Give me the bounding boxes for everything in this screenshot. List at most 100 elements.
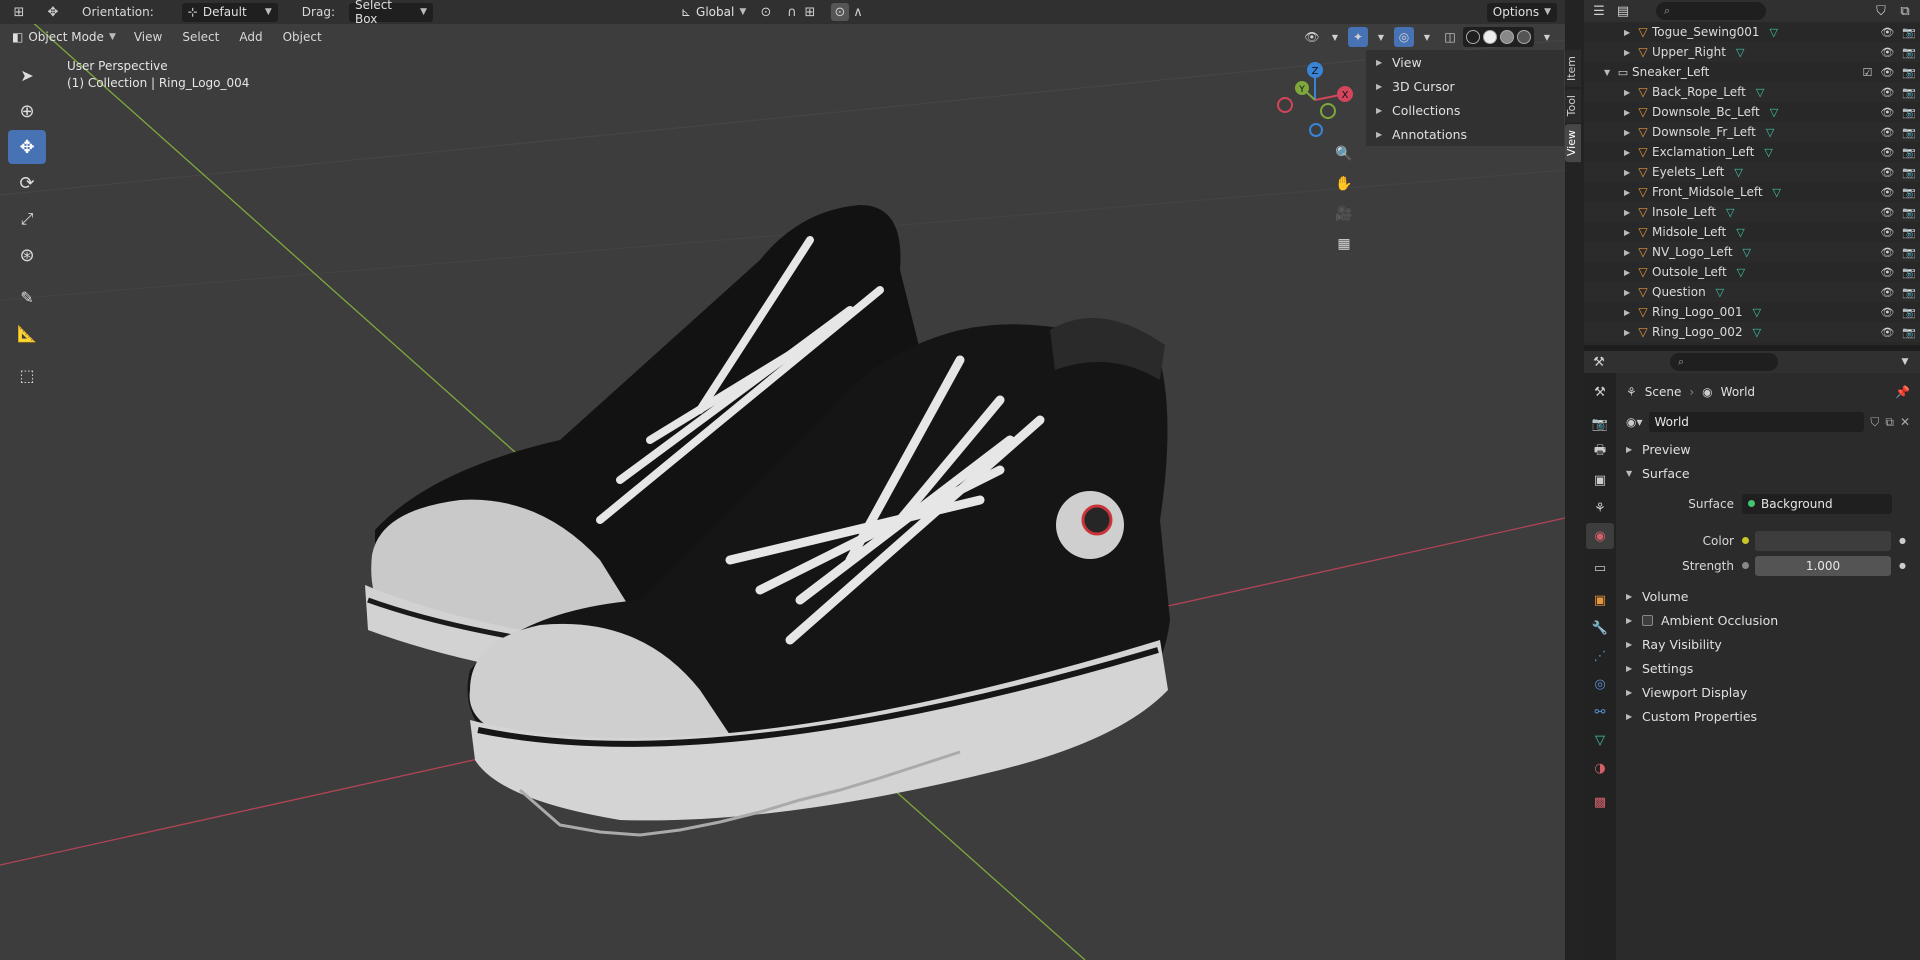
strength-field[interactable]: 1.000 [1755, 555, 1891, 576]
outliner-row[interactable]: ▼ ▭ Sneaker_Left ☑ 👁 📷 [1584, 62, 1920, 82]
visibility-eye-icon[interactable]: 👁 [1880, 246, 1894, 259]
scale-tool[interactable]: ⤢ [8, 202, 46, 236]
panel-viewport-display[interactable]: ▶ Viewport Display [1616, 680, 1920, 704]
outliner-row[interactable]: ▶ ▽ NV_Logo_Left ▽ 👁 📷 [1584, 242, 1920, 262]
transform-space-dropdown[interactable]: ⊾ Global ▼ [675, 3, 749, 22]
npanel-section-annotations[interactable]: ▶ Annotations [1366, 122, 1564, 146]
visibility-eye-icon[interactable]: 👁 [1880, 146, 1894, 159]
output-tab-icon[interactable]: 🖶 [1586, 439, 1614, 465]
visibility-eye-icon[interactable]: 👁 [1880, 326, 1894, 339]
solid-shading-icon[interactable] [1483, 30, 1497, 44]
visibility-eye-icon[interactable]: 👁 [1880, 206, 1894, 219]
panel-ray-visibility[interactable]: ▶ Ray Visibility [1616, 632, 1920, 656]
camera-view-icon[interactable]: 🎥 [1330, 200, 1358, 228]
render-camera-icon[interactable]: 📷 [1902, 306, 1916, 319]
panel-custom-properties[interactable]: ▶ Custom Properties [1616, 704, 1920, 728]
outliner-row[interactable]: ▶ ▽ Question ▽ 👁 📷 [1584, 282, 1920, 302]
transform-tool[interactable]: ⊛ [8, 238, 46, 272]
mesh-data-icon[interactable]: ▽ [1726, 206, 1734, 219]
expand-triangle-icon[interactable]: ▶ [1624, 228, 1634, 237]
menu-view[interactable]: View [126, 27, 170, 47]
visibility-eye-icon[interactable]: 👁 [1880, 266, 1894, 279]
expand-triangle-icon[interactable]: ▶ [1624, 48, 1634, 57]
rendered-shading-icon[interactable] [1517, 30, 1531, 44]
modifiers-tab-icon[interactable]: 🔧 [1586, 615, 1614, 641]
render-tab-icon[interactable]: 📷 [1586, 411, 1614, 437]
render-camera-icon[interactable]: 📷 [1902, 146, 1916, 159]
expand-triangle-icon[interactable]: ▶ [1624, 288, 1634, 297]
proportional-edit-icon[interactable]: ⊙ [830, 3, 849, 21]
outliner-search-input[interactable]: ⌕ [1656, 2, 1766, 20]
mesh-data-icon[interactable]: ▽ [1737, 266, 1745, 279]
outliner-row[interactable]: ▶ ▽ Outsole_Left ▽ 👁 📷 [1584, 262, 1920, 282]
outliner-row[interactable]: ▶ ▽ Eyelets_Left ▽ 👁 📷 [1584, 162, 1920, 182]
outliner-row[interactable]: ▶ ▽ Back_Rope_Left ▽ 👁 📷 [1584, 82, 1920, 102]
mesh-data-icon[interactable]: ▽ [1766, 126, 1774, 139]
overlays-toggle-icon[interactable]: ◎ [1394, 27, 1414, 47]
mesh-data-icon[interactable]: ▽ [1753, 306, 1761, 319]
particles-tab-icon[interactable]: ⋰ [1586, 643, 1614, 669]
outliner-row[interactable]: ▶ ▽ Midsole_Left ▽ 👁 📷 [1584, 222, 1920, 242]
texture-tab-icon[interactable]: ▩ [1586, 789, 1614, 815]
mesh-data-icon[interactable]: ▽ [1770, 26, 1778, 39]
visibility-eye-icon[interactable]: 👁 [1880, 46, 1894, 59]
mesh-data-icon[interactable]: ▽ [1743, 246, 1751, 259]
constraints-tab-icon[interactable]: ⚯ [1586, 699, 1614, 725]
select-box-tool[interactable]: ➤ [8, 58, 46, 92]
tool-tab-icon[interactable]: ⚒ [1586, 379, 1614, 405]
chevron-down-icon[interactable]: ▼ [1371, 27, 1391, 47]
mesh-data-icon[interactable]: ▽ [1773, 186, 1781, 199]
expand-triangle-icon[interactable]: ▶ [1624, 108, 1634, 117]
render-camera-icon[interactable]: 📷 [1902, 266, 1916, 279]
collection-tab-icon[interactable]: ▭ [1586, 555, 1614, 581]
properties-editor-icon[interactable]: ⚒ [1590, 353, 1608, 371]
mesh-data-icon[interactable]: ▽ [1756, 86, 1764, 99]
keyframe-dot-icon[interactable]: ● [1899, 561, 1906, 570]
mesh-data-icon[interactable]: ▽ [1770, 106, 1778, 119]
panel-settings[interactable]: ▶ Settings [1616, 656, 1920, 680]
pin-icon[interactable]: 📌 [1895, 385, 1910, 399]
outliner-row[interactable]: ▶ ▽ Downsole_Fr_Left ▽ 👁 📷 [1584, 122, 1920, 142]
material-tab-icon[interactable]: ◑ [1586, 755, 1614, 781]
cursor-tool[interactable]: ⊕ [8, 94, 46, 128]
mesh-data-icon[interactable]: ▽ [1734, 166, 1742, 179]
visibility-eye-icon[interactable]: 👁 [1880, 26, 1894, 39]
render-camera-icon[interactable]: 📷 [1902, 326, 1916, 339]
panel-preview[interactable]: ▶ Preview [1616, 437, 1920, 461]
npanel-section-view[interactable]: ▶ View [1366, 50, 1564, 74]
outliner-row[interactable]: ▶ ▽ Exclamation_Left ▽ 👁 📷 [1584, 142, 1920, 162]
zoom-icon[interactable]: 🔍 [1330, 140, 1358, 168]
render-camera-icon[interactable]: 📷 [1902, 126, 1916, 139]
outliner-row[interactable]: ▶ ▽ Front_Midsole_Left ▽ 👁 📷 [1584, 182, 1920, 202]
object-tab-icon[interactable]: ▣ [1586, 587, 1614, 613]
outliner-row[interactable]: ▶ ▽ Upper_Right ▽ 👁 📷 [1584, 42, 1920, 62]
chevron-down-icon[interactable]: ▼ [1417, 27, 1437, 47]
menu-object[interactable]: Object [275, 27, 330, 47]
falloff-icon[interactable]: ∧ [849, 3, 867, 21]
visibility-eye-icon[interactable]: 👁 [1880, 66, 1894, 79]
visibility-eye-icon[interactable]: 👁 [1880, 166, 1894, 179]
expand-triangle-icon[interactable]: ▶ [1624, 248, 1634, 257]
mesh-data-icon[interactable]: ▽ [1716, 286, 1724, 299]
keyframe-dot-icon[interactable]: ● [1899, 536, 1906, 545]
perspective-toggle-icon[interactable]: ▦ [1330, 230, 1358, 258]
render-camera-icon[interactable]: 📷 [1902, 246, 1916, 259]
chevron-down-icon[interactable]: ▼ [1325, 27, 1345, 47]
expand-triangle-icon[interactable]: ▶ [1624, 328, 1634, 337]
data-tab-icon[interactable]: ▽ [1586, 727, 1614, 753]
exclude-checkbox-icon[interactable]: ☑ [1862, 66, 1872, 79]
navigation-gizmo[interactable]: Z X Y [1275, 60, 1355, 140]
render-camera-icon[interactable]: 📷 [1902, 106, 1916, 119]
outliner-row[interactable]: ▶ ▽ Insole_Left ▽ 👁 📷 [1584, 202, 1920, 222]
panel-volume[interactable]: ▶ Volume [1616, 584, 1920, 608]
npanel-section-collections[interactable]: ▶ Collections [1366, 98, 1564, 122]
npanel-section-3d-cursor[interactable]: ▶ 3D Cursor [1366, 74, 1564, 98]
render-camera-icon[interactable]: 📷 [1902, 86, 1916, 99]
surface-shader-field[interactable]: Background [1742, 493, 1892, 514]
visibility-eye-icon[interactable]: 👁 [1880, 286, 1894, 299]
close-icon[interactable]: ✕ [1900, 415, 1910, 429]
chevron-down-icon[interactable]: ▼ [1896, 353, 1914, 371]
xray-icon[interactable]: ◫ [1440, 27, 1460, 47]
visibility-eye-icon[interactable]: 👁 [1880, 126, 1894, 139]
tab-tool[interactable]: Tool [1565, 89, 1581, 123]
